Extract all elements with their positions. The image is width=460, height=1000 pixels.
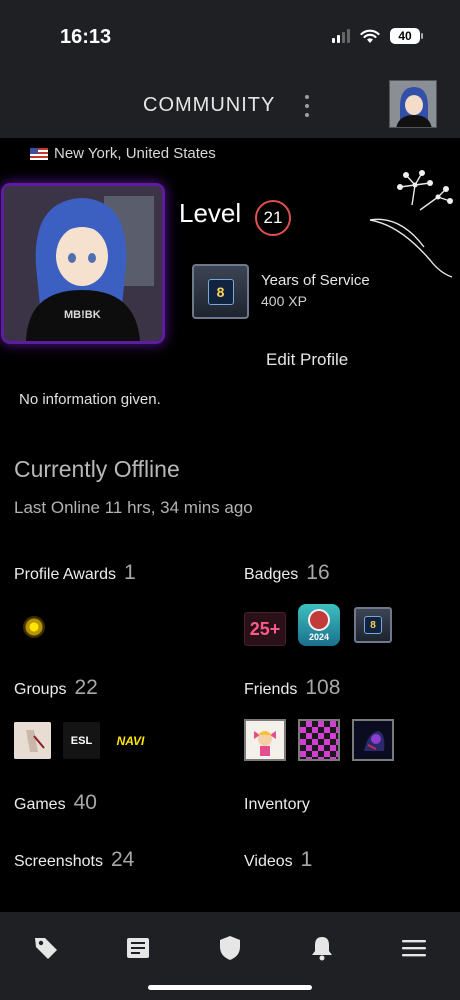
group-navi[interactable]: NAVI	[112, 722, 149, 759]
profile-awards-link[interactable]: Profile Awards 1	[14, 561, 136, 585]
friend-avatar[interactable]	[298, 719, 340, 761]
steam-icon	[308, 608, 330, 631]
badge-digit: 8	[207, 278, 234, 305]
screenshots-label: Screenshots	[14, 853, 103, 870]
app-header: COMMUNITY	[0, 70, 460, 138]
badge-25-plus[interactable]: 25+	[244, 612, 286, 646]
tag-icon[interactable]	[32, 934, 60, 962]
videos-count: 1	[300, 848, 313, 871]
wifi-icon	[360, 29, 380, 43]
games-count: 40	[73, 791, 97, 814]
news-icon[interactable]	[124, 934, 152, 962]
screenshots-count: 24	[110, 848, 135, 871]
badge-digit: 8	[364, 616, 382, 634]
games-label: Games	[14, 796, 66, 813]
groups-label: Groups	[14, 681, 67, 698]
friend-avatar[interactable]	[352, 719, 394, 761]
inventory-link[interactable]: Inventory	[244, 796, 310, 814]
avatar-image	[390, 81, 436, 127]
edit-profile-button[interactable]: Edit Profile	[266, 350, 348, 370]
badges-label: Badges	[244, 566, 299, 583]
us-flag-icon	[30, 147, 48, 160]
status-bar: 16:13 40	[0, 0, 460, 70]
home-indicator[interactable]	[148, 985, 312, 990]
friend-image	[354, 721, 392, 759]
groups-count: 22	[74, 676, 98, 699]
last-online: Last Online 11 hrs, 34 mins ago	[14, 498, 253, 517]
svg-text:MB!BK: MB!BK	[64, 309, 101, 321]
friend-avatar[interactable]	[244, 719, 286, 761]
profile-location: New York, United States	[30, 145, 216, 162]
level-badge[interactable]: 21	[255, 200, 291, 236]
years-of-service-badge[interactable]: 8	[192, 264, 249, 319]
bell-icon[interactable]	[308, 934, 336, 962]
screenshots-link[interactable]: Screenshots 24	[14, 848, 134, 872]
badge-title: Years of Service	[261, 272, 370, 289]
badge-year: 2024	[308, 631, 330, 642]
games-link[interactable]: Games 40	[14, 791, 97, 815]
badge-xp: 400 XP	[261, 293, 307, 309]
profile-summary: No information given.	[19, 391, 161, 408]
groups-link[interactable]: Groups 22	[14, 676, 98, 700]
award-icon[interactable]	[23, 616, 45, 638]
more-options-icon[interactable]	[303, 95, 311, 117]
badges-link[interactable]: Badges 16	[244, 561, 330, 585]
badges-count: 16	[306, 561, 330, 584]
signal-icon	[332, 29, 350, 43]
group-esl[interactable]: ESL	[63, 722, 100, 759]
avatar-image: MB!BK	[4, 186, 162, 341]
profile-awards-count: 1	[123, 561, 136, 584]
inventory-label: Inventory	[244, 796, 310, 813]
videos-label: Videos	[244, 853, 293, 870]
level-label: Level	[179, 198, 242, 228]
videos-link[interactable]: Videos 1	[244, 848, 312, 872]
friends-link[interactable]: Friends 108	[244, 676, 340, 700]
profile-avatar[interactable]: MB!BK	[4, 186, 162, 341]
header-title: COMMUNITY	[143, 94, 276, 116]
menu-icon[interactable]	[400, 934, 428, 962]
shield-icon[interactable]	[216, 934, 244, 962]
flower-decoration	[369, 170, 453, 278]
badge-years-of-service[interactable]: 8	[354, 607, 392, 643]
status-time: 16:13	[60, 26, 112, 48]
friends-count: 108	[305, 676, 341, 699]
group-avatar[interactable]	[14, 722, 51, 759]
badge-steam-2024[interactable]: 2024	[298, 604, 340, 646]
friends-label: Friends	[244, 681, 298, 698]
battery-icon: 40	[390, 28, 423, 44]
profile-awards-label: Profile Awards	[14, 566, 116, 583]
location-text: New York, United States	[54, 145, 216, 162]
friend-image	[246, 721, 284, 759]
online-status: Currently Offline	[14, 456, 180, 482]
status-icons: 40	[332, 28, 423, 44]
group-image	[14, 722, 51, 759]
header-avatar[interactable]	[389, 80, 437, 128]
